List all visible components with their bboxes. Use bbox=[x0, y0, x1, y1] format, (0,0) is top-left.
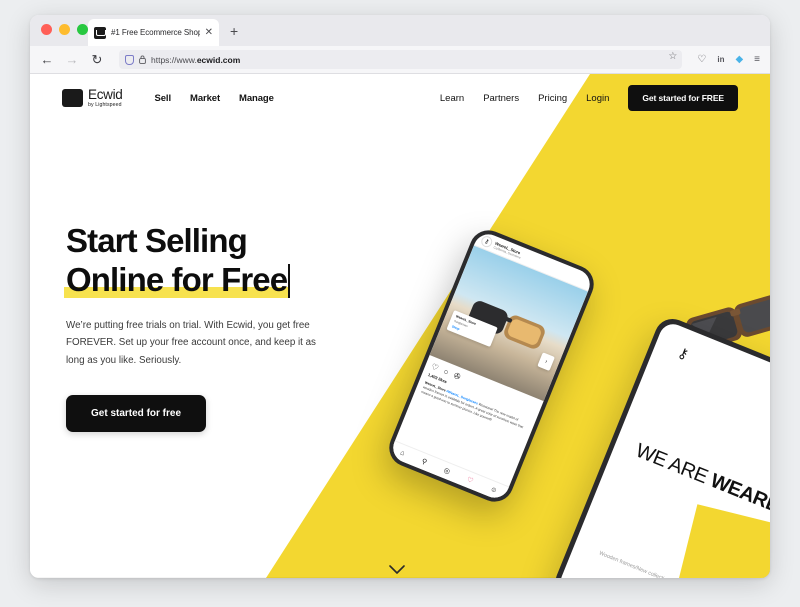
hero-title-line1: Start Selling bbox=[66, 222, 248, 259]
color-extension-icon[interactable]: ◆ bbox=[735, 54, 743, 65]
share-icon[interactable]: ✇ bbox=[452, 371, 462, 382]
reload-icon[interactable]: ↻ bbox=[90, 53, 104, 66]
ecwid-favicon bbox=[94, 26, 106, 39]
primary-nav: Sell Market Manage bbox=[155, 93, 274, 104]
window-controls bbox=[41, 24, 88, 35]
lock-icon bbox=[139, 55, 146, 64]
logo-subtitle: by Lightspeed bbox=[88, 101, 122, 108]
logo-name: Ecwid bbox=[88, 87, 123, 103]
nav-item-partners[interactable]: Partners bbox=[483, 93, 519, 104]
store-avatar: ⚷ bbox=[479, 234, 495, 249]
browser-window: #1 Free Ecommerce Shopping C ✕ + ← → ↻ h… bbox=[30, 15, 770, 578]
bookmark-star-icon[interactable]: ☆ bbox=[668, 52, 677, 62]
nav-item-sell[interactable]: Sell bbox=[155, 93, 172, 104]
hero-paragraph: We’re putting free trials on trial. With… bbox=[66, 319, 316, 366]
nav-item-market[interactable]: Market bbox=[190, 93, 220, 104]
nav-item-pricing[interactable]: Pricing bbox=[538, 93, 567, 104]
hero-title-line2: Online for Free bbox=[66, 260, 288, 298]
url-scheme: https://www. bbox=[151, 54, 197, 65]
profile-icon[interactable]: ☺ bbox=[489, 485, 498, 494]
toolbar-icons: ♡ in ◆ ≡ bbox=[697, 54, 760, 65]
back-icon[interactable]: ← bbox=[40, 53, 54, 66]
page-viewport: Ecwid by Lightspeed Sell Market Manage L… bbox=[30, 74, 770, 578]
close-window-button[interactable] bbox=[41, 24, 52, 35]
wearel-logo-icon: ⚷ bbox=[675, 343, 692, 363]
hero-section: Start Selling Online for Free We’re putt… bbox=[64, 222, 386, 433]
tablet-mockup: ⚷ Shop Delivery WE ARE WEAREL Wooden fra… bbox=[550, 313, 770, 578]
store-headline-prefix: WE ARE bbox=[632, 439, 716, 491]
tab-strip: #1 Free Ecommerce Shopping C ✕ + bbox=[30, 15, 770, 46]
like-icon[interactable]: ♡ bbox=[430, 362, 440, 373]
close-tab-icon[interactable]: ✕ bbox=[205, 27, 213, 38]
scroll-down-chevron-icon[interactable] bbox=[389, 563, 405, 578]
pocket-icon[interactable]: ♡ bbox=[697, 54, 706, 65]
cart-icon bbox=[62, 88, 83, 107]
minimize-window-button[interactable] bbox=[59, 24, 70, 35]
phone-mockup: ⚷ WeareL_Store California, Swimtime Wear… bbox=[383, 224, 600, 508]
hero-title-line2-wrap: Online for Free bbox=[64, 260, 290, 300]
ecwid-logo[interactable]: Ecwid by Lightspeed bbox=[62, 88, 123, 108]
text-caret bbox=[288, 263, 291, 298]
app-bottom-nav: ⌂ ⚲ ◎ ♡ ☺ bbox=[388, 440, 510, 503]
store-yellow-shape bbox=[655, 504, 770, 578]
linkedin-extension-icon[interactable]: in bbox=[717, 55, 724, 64]
get-started-free-hero-button[interactable]: Get started for free bbox=[66, 395, 207, 433]
comment-icon[interactable]: ○ bbox=[442, 367, 450, 377]
shield-icon bbox=[125, 54, 134, 65]
tablet-screen: ⚷ Shop Delivery WE ARE WEAREL Wooden fra… bbox=[556, 320, 770, 578]
search-icon[interactable]: ⚲ bbox=[420, 457, 428, 466]
url-domain: ecwid.com bbox=[196, 54, 241, 65]
tab-title: #1 Free Ecommerce Shopping C bbox=[111, 28, 200, 37]
address-bar[interactable]: https://www.ecwid.com ☆ bbox=[119, 50, 683, 69]
secondary-nav: Learn Partners Pricing Login Get started… bbox=[440, 85, 738, 111]
nav-item-learn[interactable]: Learn bbox=[440, 93, 464, 104]
store-subtitle: Wooden frames/New collection bbox=[598, 550, 671, 578]
new-tab-button[interactable]: + bbox=[230, 24, 238, 38]
phone-screen: ⚷ WeareL_Store California, Swimtime Wear… bbox=[388, 229, 595, 503]
nav-item-manage[interactable]: Manage bbox=[239, 93, 274, 104]
forward-icon[interactable]: → bbox=[65, 53, 79, 66]
menu-icon[interactable]: ≡ bbox=[754, 54, 760, 65]
browser-tab[interactable]: #1 Free Ecommerce Shopping C ✕ bbox=[88, 19, 219, 46]
maximize-window-button[interactable] bbox=[77, 24, 88, 35]
reels-icon[interactable]: ◎ bbox=[443, 466, 452, 476]
site-header: Ecwid by Lightspeed Sell Market Manage L… bbox=[30, 74, 770, 122]
url-text: https://www.ecwid.com bbox=[151, 55, 676, 65]
browser-toolbar: ← → ↻ https://www.ecwid.com ☆ ♡ in ◆ ≡ bbox=[30, 46, 770, 74]
nav-item-login[interactable]: Login bbox=[586, 93, 609, 104]
page-title: Start Selling Online for Free bbox=[64, 222, 386, 300]
home-icon[interactable]: ⌂ bbox=[399, 449, 406, 457]
get-started-free-header-button[interactable]: Get started for FREE bbox=[628, 85, 738, 111]
activity-icon[interactable]: ♡ bbox=[466, 475, 475, 485]
